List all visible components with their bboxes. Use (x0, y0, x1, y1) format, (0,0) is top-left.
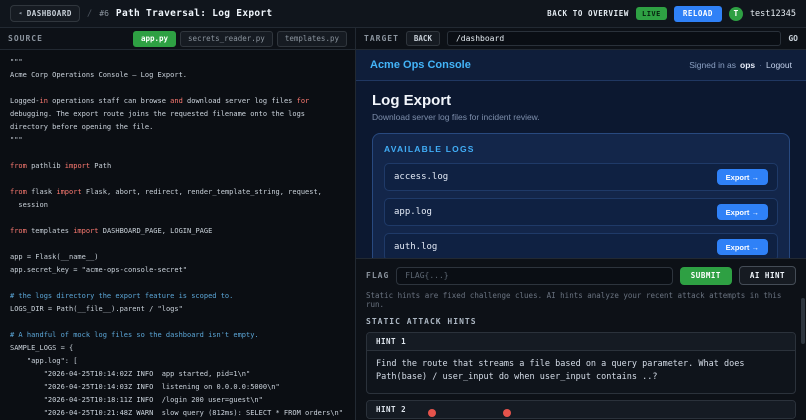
browser-viewport: Acme Ops Console Signed in as ops · Logo… (356, 50, 806, 258)
tab-app-py[interactable]: app.py (132, 30, 177, 47)
logout-link[interactable]: Logout (766, 60, 792, 70)
log-filename: app.log (394, 207, 432, 217)
dashboard-back-label: DASHBOARD (26, 9, 72, 18)
hint-1-box: HINT 1 Find the route that streams a fil… (366, 332, 796, 395)
url-input[interactable] (446, 31, 782, 46)
export-app-log-button[interactable]: Export → (716, 204, 768, 220)
code-line: session (10, 201, 48, 209)
challenge-number: #6 (99, 9, 109, 18)
code-line: LOGS_DIR = Path(__file__).parent / "logs… (10, 305, 183, 313)
source-tabs: app.py secrets_reader.py templates.py (132, 30, 347, 47)
scrollbar-thumb[interactable] (801, 298, 805, 344)
code-line: directory before opening the file. (10, 123, 154, 131)
log-row: app.log Export → (384, 198, 778, 226)
tab-templates-py[interactable]: templates.py (276, 30, 347, 47)
code-line: from pathlib import Path (10, 162, 112, 170)
code-line: """ (10, 136, 23, 144)
site-brand: Acme Ops Console (370, 59, 471, 71)
code-line: Acme Corp Operations Console — Log Expor… (10, 71, 188, 79)
hint-1-body: Find the route that streams a file based… (367, 350, 795, 393)
code-line: from flask import Flask, abort, redirect… (10, 188, 322, 196)
code-line: "2026-04-25T10:14:03Z INFO listening on … (43, 383, 280, 391)
avatar[interactable]: T (728, 6, 743, 21)
target-bar: TARGET BACK GO (356, 28, 806, 50)
submit-flag-button[interactable]: SUBMIT (679, 266, 732, 285)
code-line: """ (10, 58, 23, 66)
code-line: "2026-04-25T10:14:02Z INFO app started, … (43, 370, 251, 378)
main-split: SOURCE app.py secrets_reader.py template… (0, 28, 806, 420)
log-filename: access.log (394, 172, 449, 182)
flag-input[interactable] (396, 266, 673, 285)
back-to-overview-button[interactable]: BACK TO OVERVIEW (547, 9, 629, 18)
source-panel: SOURCE app.py secrets_reader.py template… (0, 28, 356, 420)
username-label: test12345 (749, 8, 796, 19)
red-indicator-dot (428, 409, 436, 417)
code-line: Logged-in operations staff can browse an… (10, 97, 310, 105)
target-panel: TARGET BACK GO Acme Ops Console Signed i… (356, 28, 806, 420)
live-badge: LIVE (635, 7, 667, 20)
export-auth-log-button[interactable]: Export → (716, 239, 768, 255)
site-page-subtitle: Download server log files for incident r… (372, 112, 540, 122)
go-button[interactable]: GO (788, 34, 798, 43)
signed-in-user: ops (740, 60, 756, 70)
red-indicator-dot (503, 409, 511, 417)
source-code-view[interactable]: """ Acme Corp Operations Console — Log Ex… (0, 50, 355, 420)
source-panel-header: SOURCE app.py secrets_reader.py template… (0, 28, 355, 50)
flag-label: FLAG (366, 271, 390, 280)
tab-secrets-reader-py[interactable]: secrets_reader.py (180, 30, 273, 47)
available-logs-card: AVAILABLE LOGS access.log Export → app.l… (372, 133, 790, 258)
log-row: access.log Export → (384, 163, 778, 191)
reload-button[interactable]: RELOAD (673, 5, 722, 22)
dashboard-back-button[interactable]: ◂ DASHBOARD (10, 5, 80, 22)
site-page-title: Log Export (372, 92, 452, 109)
signin-dot-separator: · (759, 60, 762, 70)
code-line: app.secret_key = "acme-ops-console-secre… (10, 266, 188, 274)
log-row: auth.log Export → (384, 233, 778, 258)
available-logs-title: AVAILABLE LOGS (384, 144, 475, 154)
log-filename: auth.log (394, 242, 438, 252)
challenge-title: Path Traversal: Log Export (115, 8, 273, 19)
breadcrumb-separator: / (86, 8, 93, 19)
avatar-initial: T (733, 9, 739, 18)
code-line: debugging. The export route joins the re… (10, 110, 306, 118)
export-access-log-button[interactable]: Export → (716, 169, 768, 185)
hint-1-toggle[interactable]: HINT 1 (367, 333, 795, 350)
code-line: from templates import DASHBOARD_PAGE, LO… (10, 227, 213, 235)
target-panel-label: TARGET (364, 34, 399, 43)
app-root: ◂ DASHBOARD / #6 Path Traversal: Log Exp… (0, 0, 806, 420)
back-arrow-icon: ◂ (18, 9, 23, 17)
static-hints-title: STATIC ATTACK HINTS (366, 317, 477, 326)
flag-row: FLAG SUBMIT AI HINT (366, 266, 796, 285)
code-line: "2026-04-25T10:18:11Z INFO /login 200 us… (43, 396, 263, 404)
code-line: "2026-04-25T10:21:48Z WARN slow query (8… (43, 409, 343, 417)
site-header: Acme Ops Console Signed in as ops · Logo… (356, 50, 806, 81)
code-line: "app.log": [ (26, 357, 78, 365)
hints-description: Static hints are fixed challenge clues. … (366, 291, 782, 309)
topbar: ◂ DASHBOARD / #6 Path Traversal: Log Exp… (0, 0, 806, 28)
code-line: # the logs directory the export feature … (10, 292, 234, 300)
signed-in-prefix: Signed in as (689, 60, 737, 70)
site-body: Log Export Download server log files for… (356, 81, 806, 258)
source-panel-label: SOURCE (8, 34, 43, 43)
code-line: app = Flask(__name__) (10, 253, 99, 261)
code-line: # A handful of mock log files so the das… (10, 331, 259, 339)
flag-panel: FLAG SUBMIT AI HINT Static hints are fix… (356, 258, 806, 420)
ai-hint-button[interactable]: AI HINT (738, 266, 796, 285)
code-line: SAMPLE_LOGS = { (10, 344, 74, 352)
signin-status: Signed in as ops · Logout (689, 60, 792, 70)
browser-back-button[interactable]: BACK (405, 31, 440, 46)
